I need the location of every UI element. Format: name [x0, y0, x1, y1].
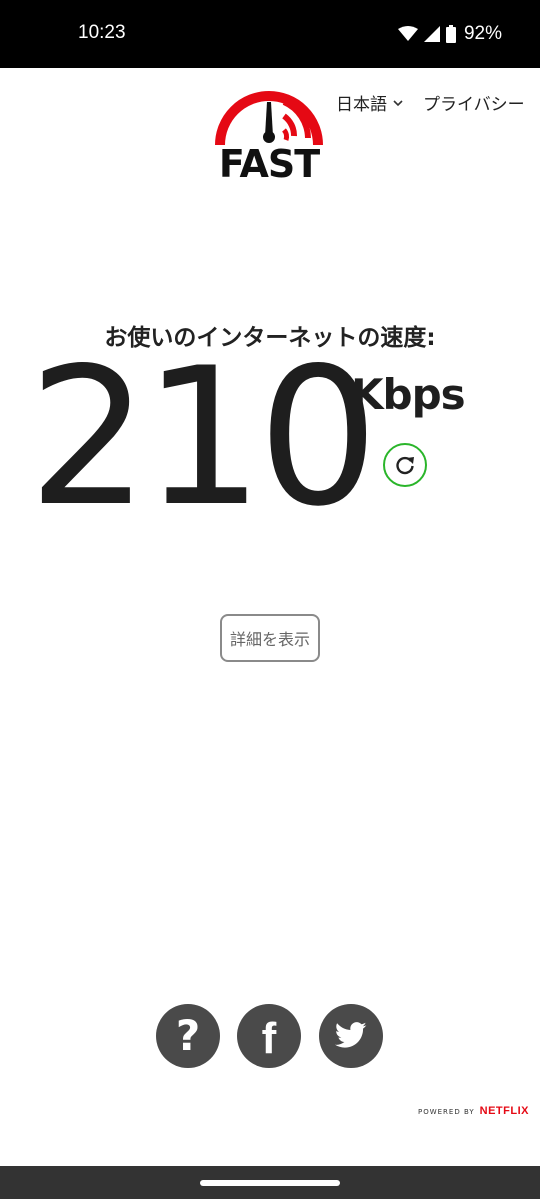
refresh-icon — [396, 456, 414, 475]
twitter-bird-icon — [334, 1022, 367, 1048]
language-label: 日本語 — [336, 95, 387, 115]
logo-text: FAST — [218, 142, 320, 186]
status-bar: 10:23 92% — [0, 0, 540, 68]
powered-by-netflix[interactable]: POWERED BY NETFLIX — [418, 1105, 529, 1117]
facebook-button[interactable]: f — [237, 1004, 301, 1068]
help-button[interactable]: ? — [156, 1004, 220, 1068]
facebook-icon: f — [261, 1014, 277, 1063]
chevron-down-icon — [393, 99, 403, 106]
speed-value: 210 — [28, 327, 379, 548]
powered-by-label: POWERED BY — [417, 1108, 475, 1116]
signal-icon — [423, 26, 440, 42]
speedometer-icon — [215, 91, 323, 146]
status-icons: 92% — [397, 22, 502, 46]
question-mark-icon: ? — [175, 1011, 201, 1060]
show-details-button[interactable]: 詳細を表示 — [220, 614, 320, 662]
battery-icon — [445, 25, 456, 43]
speed-unit: Kbps — [351, 370, 466, 419]
language-select[interactable]: 日本語 — [336, 90, 403, 115]
home-gesture-handle[interactable] — [200, 1180, 340, 1186]
wifi-icon — [397, 26, 418, 41]
page: 10:23 92% FAST 日本語 プライバシー お使いのインターネットの速度… — [0, 0, 540, 1199]
battery-percentage: 92% — [463, 23, 502, 44]
twitter-button[interactable] — [319, 1004, 383, 1068]
privacy-link[interactable]: プライバシー — [423, 90, 525, 115]
netflix-logo: NETFLIX — [479, 1105, 529, 1117]
fast-logo[interactable]: FAST — [212, 88, 326, 192]
status-time: 10:23 — [78, 22, 126, 43]
refresh-button[interactable] — [383, 443, 427, 487]
